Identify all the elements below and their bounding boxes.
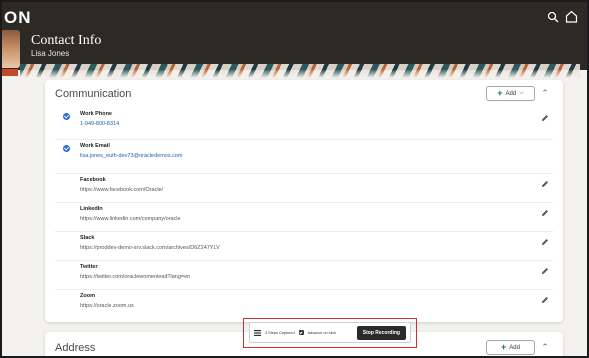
edit-pencil-icon[interactable] [541,114,549,122]
list-item-work-phone[interactable]: Work Phone 1-949-800-8314 [55,108,553,140]
row-label: Twitter [80,264,98,270]
advance-checkbox[interactable] [298,330,304,335]
communication-card: Communication + Add ⌵ ⌃ Work Phone 1-949… [45,80,563,322]
row-label: LinkedIn [80,206,103,212]
row-label: Zoom [80,293,95,299]
list-item-zoom[interactable]: Zoom https://oracle.zoom.us [55,290,553,319]
edit-pencil-icon[interactable] [541,209,549,217]
add-communication-button[interactable]: + Add ⌵ [486,86,535,101]
banner-fade [20,70,580,78]
header: ON Contact Info Lisa Jones [2,2,587,70]
search-icon[interactable] [547,11,559,23]
edit-pencil-icon[interactable] [541,296,549,304]
plus-icon: + [497,88,503,98]
recording-toolbar: 3 Steps Captured Advance on click Stop R… [249,322,411,343]
address-title: Address [55,342,96,354]
add-label: Add [509,344,520,351]
row-value: https://oracle.zoom.us [80,303,134,309]
row-value: https://twitter.com/oraclewomenlead?lang… [80,274,191,280]
avatar [2,30,20,68]
list-item-facebook[interactable]: Facebook https://www.facebook.com/Oracle… [55,174,553,203]
row-value-link[interactable]: 1-949-800-8314 [80,121,119,127]
row-value: https://proddev-demo-srv.slack.com/archi… [80,245,220,251]
page-subtitle: Lisa Jones [31,49,70,58]
row-label: Work Email [80,143,110,149]
page-title: Contact Info [31,33,102,48]
row-label: Work Phone [80,111,112,117]
steps-list-icon[interactable] [254,329,261,336]
steps-captured-text: 3 Steps Captured [265,330,295,335]
row-label: Slack [80,235,95,241]
edit-pencil-icon[interactable] [541,180,549,188]
edit-pencil-icon[interactable] [541,267,549,275]
collapse-chevron-up-icon[interactable]: ⌃ [540,88,550,98]
add-address-button[interactable]: + Add [486,340,535,355]
list-item-slack[interactable]: Slack https://proddev-demo-srv.slack.com… [55,232,553,261]
brand-logo: ON [4,8,32,27]
home-icon[interactable] [565,10,578,23]
row-label: Facebook [80,177,106,183]
primary-check-icon [63,145,70,152]
collapse-chevron-up-icon[interactable]: ⌃ [540,342,550,352]
add-label: Add [505,90,517,97]
list-item-linkedin[interactable]: LinkedIn https://www.linkedin.com/compan… [55,203,553,232]
row-value-link[interactable]: lisa.jones_euth-dev73@oracledemos.com [80,153,183,159]
plus-icon: + [501,342,507,352]
list-item-work-email[interactable]: Work Email lisa.jones_euth-dev73@oracled… [55,140,553,174]
primary-check-icon [63,113,70,120]
list-item-twitter[interactable]: Twitter https://twitter.com/oraclewomenl… [55,261,553,290]
chevron-down-icon: ⌵ [519,90,524,96]
stop-recording-button[interactable]: Stop Recording [356,325,406,340]
row-value: https://www.linkedin.com/company/oracle [80,216,181,222]
row-value: https://www.facebook.com/Oracle/ [80,187,164,193]
app-window: ON Contact Info Lisa Jones Communication… [0,0,589,358]
edit-pencil-icon[interactable] [541,238,549,246]
communication-title: Communication [55,88,132,100]
avatar-badge [2,69,18,76]
advance-label: Advance on click [307,330,337,335]
